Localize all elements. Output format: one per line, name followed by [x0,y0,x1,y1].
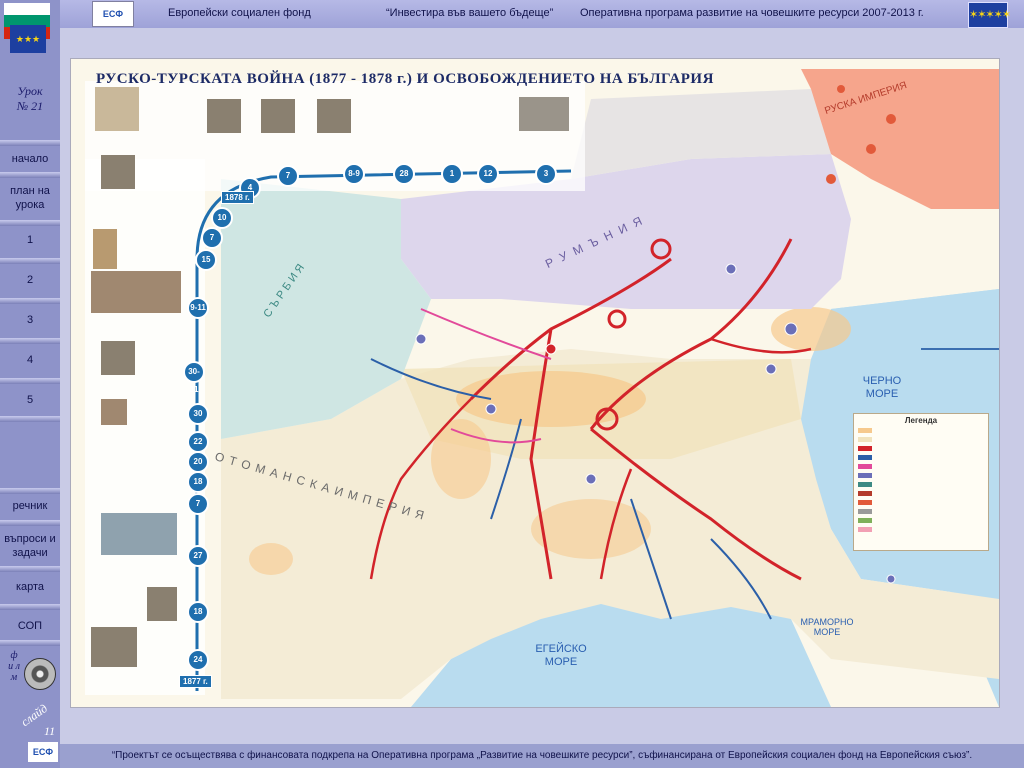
nav-lesson-plan-button[interactable]: план на урока [0,184,60,212]
timeline-date-badge: 3 [535,163,557,185]
timeline-date-badge: 30 [187,403,209,425]
esf-logo-icon: ЕСФ [28,742,58,762]
footer-note: “Проектът се осъществява с финансовата п… [111,750,973,761]
timeline-date-badge: 12 [477,163,499,185]
timeline-year-1877: 1877 г. [179,675,212,688]
sidebar: ★★★ Урок № 21 начало план на урока 1 2 3… [0,0,60,768]
nav-separator [0,378,60,384]
timeline-date-badge: 9-11 [187,297,209,319]
slide-number: 11 [44,724,56,738]
nav-questions-button[interactable]: въпроси и задачи [0,532,60,560]
black-sea-label: ЧЕРНО МОРЕ [862,375,902,400]
timeline-date-badge: 7 [277,165,299,187]
timeline-date-badge: 18 [187,601,209,623]
nav-separator [0,416,60,422]
eu-flag-icon: ✶✶✶✶✶ [968,2,1011,28]
timeline-date-badge: 22 [187,431,209,453]
aegean-sea-label: ЕГЕЙСКО МОРЕ [535,643,587,668]
header-programme: Оперативна програма развитие на човешкит… [580,7,924,19]
nav-home-button[interactable]: начало [0,152,60,166]
timeline-date-badge: 8-9 [343,163,365,185]
lesson-number: № 21 [16,99,44,113]
film-reel-icon[interactable] [24,658,56,690]
lesson-word: Урок [17,84,43,98]
nav-separator [0,604,60,610]
timeline-date-badge: 27 [187,545,209,567]
timeline-date-badge: 1 [441,163,463,185]
nav-separator [0,640,60,646]
nav-map-button[interactable]: карта [0,580,60,594]
timeline-date-badge: 30-31 [183,361,205,394]
timeline-date-badge: 10 [211,207,233,229]
legend-title: Легенда [904,416,938,425]
esf-logo-icon: ЕСФ [92,1,134,27]
nav-section-4-button[interactable]: 4 [0,353,60,367]
map-legend: Легенда [853,413,989,551]
lesson-label: Урок № 21 [8,84,52,114]
nav-separator [0,520,60,526]
nav-glossary-button[interactable]: речник [0,499,60,513]
header-slogan: “Инвестира във вашето бъдеще” [386,7,554,19]
header-fund: Европейски социален фонд [168,7,311,19]
nav-section-1-button[interactable]: 1 [0,233,60,247]
map-title: РУСКО-ТУРСКАТА ВОЙНА (1877 - 1878 г.) И … [96,71,714,87]
timeline-date-badge: 7 [187,493,209,515]
nav-separator [0,140,60,146]
nav-separator [0,338,60,344]
timeline-date-badge: 20 [187,451,209,473]
header-bar: ЕСФ Европейски социален фонд “Инвестира … [60,0,1024,28]
timeline-date-badge: 24 [187,649,209,671]
timeline-date-badge: 18 [187,471,209,493]
nav-separator [0,298,60,304]
nav-sop-button[interactable]: СОП [0,619,60,633]
bulgarian-flag-icon: ★★★ [4,3,50,53]
nav-separator [0,566,60,572]
marmara-sea-label: МРАМОРНО МОРЕ [800,617,854,637]
nav-separator [0,172,60,178]
nav-separator [0,220,60,226]
nav-section-3-button[interactable]: 3 [0,313,60,327]
nav-separator [0,258,60,264]
timeline-date-badge: 15 [195,249,217,271]
film-label[interactable]: ф и л м [8,650,20,683]
timeline-date-badge: 7 [201,227,223,249]
historical-map[interactable]: РУСКА ИМПЕРИЯ Р У М Ъ Н И Я С Ъ Р Б И Я … [70,58,1000,708]
timeline-date-badge: 28 [393,163,415,185]
nav-separator [0,488,60,494]
nav-section-5-button[interactable]: 5 [0,393,60,407]
timeline-year-1878: 1878 г. [221,191,254,204]
nav-section-2-button[interactable]: 2 [0,273,60,287]
